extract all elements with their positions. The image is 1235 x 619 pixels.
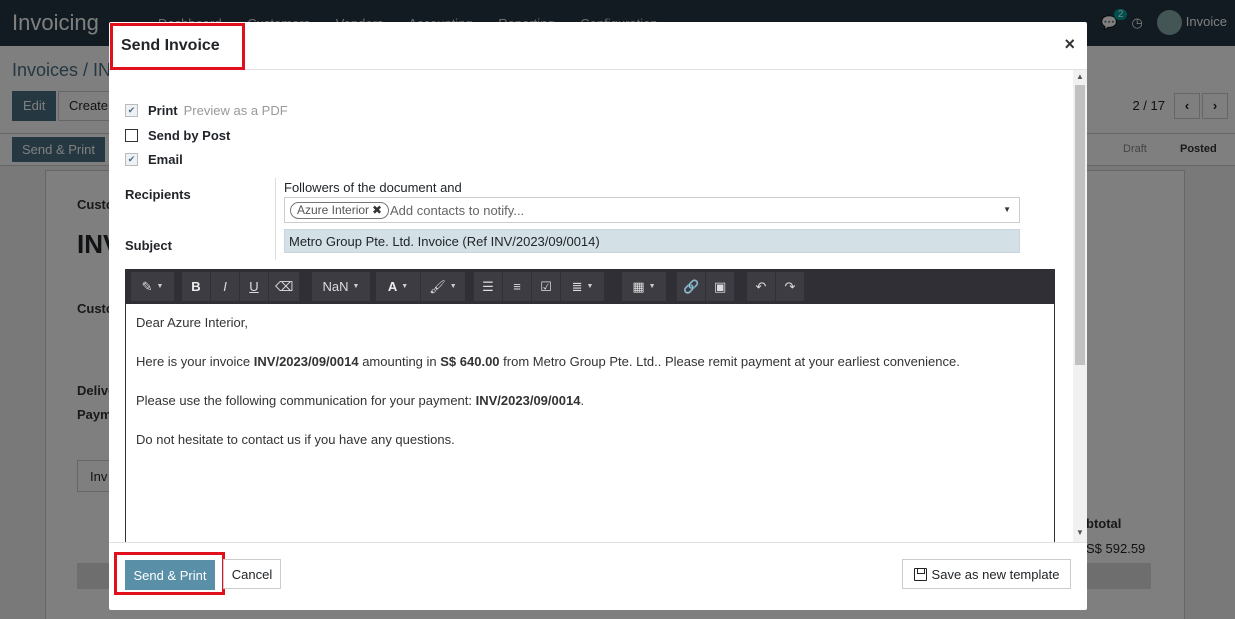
toolbar-group-color: A ▼ 🖌 ▼	[376, 272, 466, 301]
field-divider	[275, 178, 276, 260]
modal-body: ✔ Print Preview as a PDF Send by Post ✔ …	[109, 70, 1087, 542]
image-icon[interactable]: ▣	[706, 272, 736, 301]
title-highlight-box	[110, 23, 245, 70]
send-print-button[interactable]: Send & Print	[125, 560, 215, 590]
recipients-placeholder: Add contacts to notify...	[390, 203, 525, 218]
scroll-down-arrow-icon[interactable]: ▼	[1076, 528, 1084, 537]
invoice-amount: S$ 640.00	[440, 354, 500, 369]
modal-header: Send Invoice ×	[109, 22, 1087, 70]
text-segment: Please use the following communication f…	[136, 393, 476, 408]
subject-label: Subject	[125, 238, 172, 253]
text-segment: from Metro Group Pte. Ltd.. Please remit…	[499, 354, 960, 369]
link-icon[interactable]: 🔗	[677, 272, 707, 301]
eraser-icon[interactable]: ⌫	[269, 272, 301, 301]
editor-toolbar: ✎▼ B I U ⌫ NaN▼ A▼ 🖌▼ ☰ ≡ ☑ ≣▼ ▦▼	[125, 269, 1055, 304]
subject-field[interactable]: Metro Group Pte. Ltd. Invoice (Ref INV/2…	[284, 229, 1020, 253]
recipients-label: Recipients	[125, 187, 191, 202]
print-option: ✔ Print Preview as a PDF	[125, 103, 288, 118]
align-dropdown[interactable]: ≣ ▼	[561, 272, 605, 301]
email-greeting: Dear Azure Interior,	[136, 315, 248, 330]
chevron-down-icon[interactable]: ▼	[1003, 205, 1011, 214]
recipient-tag: Azure Interior ✖	[290, 202, 390, 219]
toolbar-group-size: NaN ▼	[312, 272, 371, 301]
email-body-editor[interactable]: Dear Azure Interior, Here is your invoic…	[125, 304, 1055, 542]
payment-reference: INV/2023/09/0014	[475, 393, 581, 408]
italic-button[interactable]: I	[211, 272, 240, 301]
save-icon	[913, 567, 927, 581]
paintbrush-icon[interactable]: 🖌 ▼	[421, 272, 466, 301]
save-template-label: Save as new template	[931, 566, 1060, 582]
followers-text: Followers of the document and	[284, 180, 462, 195]
font-color-icon: A	[387, 279, 398, 294]
recipients-input[interactable]: Azure Interior ✖ Add contacts to notify..…	[284, 197, 1020, 223]
print-checkbox[interactable]: ✔	[125, 104, 138, 117]
text-segment: Here is your invoice	[136, 354, 254, 369]
send-invoice-dialog: Send Invoice × ✔ Print Preview as a PDF …	[109, 22, 1087, 610]
modal-scrollbar[interactable]: ▲ ▼	[1073, 70, 1087, 542]
font-color-dropdown[interactable]: A ▼	[376, 272, 421, 301]
text-segment: .	[580, 393, 585, 408]
font-size-value: NaN	[322, 279, 349, 294]
email-label: Email	[148, 152, 183, 167]
recipient-tag-label: Azure Interior	[297, 203, 370, 217]
save-as-template-button[interactable]: Save as new template	[902, 559, 1071, 589]
toolbar-group-style: ✎ ▼	[131, 272, 175, 301]
modal-footer: Send & Print Cancel Save as new template	[109, 542, 1087, 610]
cancel-button[interactable]: Cancel	[223, 559, 281, 589]
remove-tag-icon[interactable]: ✖	[372, 203, 382, 217]
toolbar-group-table: ▦ ▼	[622, 272, 667, 301]
email-closing: Do not hesitate to contact us if you hav…	[136, 432, 455, 447]
scroll-thumb[interactable]	[1075, 85, 1085, 365]
checklist-icon[interactable]: ☑	[532, 272, 561, 301]
email-option: ✔ Email	[125, 152, 183, 167]
send-by-post-checkbox[interactable]	[125, 129, 138, 142]
invoice-reference: INV/2023/09/0014	[253, 354, 359, 369]
close-icon[interactable]: ×	[1064, 34, 1075, 55]
email-checkbox[interactable]: ✔	[125, 153, 138, 166]
print-hint: Preview as a PDF	[183, 103, 288, 118]
text-segment: amounting in	[358, 354, 441, 369]
send-by-post-option: Send by Post	[125, 128, 230, 143]
table-icon[interactable]: ▦ ▼	[622, 272, 667, 301]
undo-icon[interactable]: ↶	[747, 272, 776, 301]
toolbar-group-para: ☰ ≡ ☑ ≣ ▼	[474, 272, 605, 301]
print-label: Print	[148, 103, 178, 118]
send-by-post-label: Send by Post	[148, 128, 231, 143]
email-paragraph-invoice: Here is your invoice INV/2023/09/0014 am…	[136, 355, 1044, 368]
email-paragraph-communication: Please use the following communication f…	[136, 394, 1044, 407]
redo-icon[interactable]: ↷	[776, 272, 805, 301]
magic-wand-icon[interactable]: ✎ ▼	[131, 272, 175, 301]
toolbar-group-font: B I U ⌫	[182, 272, 301, 301]
bold-button[interactable]: B	[182, 272, 211, 301]
bullet-list-icon[interactable]: ☰	[474, 272, 503, 301]
font-size-dropdown[interactable]: NaN ▼	[312, 272, 371, 301]
scroll-up-arrow-icon[interactable]: ▲	[1076, 72, 1084, 81]
toolbar-group-history: ↶ ↷	[747, 272, 805, 301]
numbered-list-icon[interactable]: ≡	[503, 272, 532, 301]
toolbar-group-insert: 🔗 ▣	[677, 272, 736, 301]
underline-button[interactable]: U	[240, 272, 269, 301]
